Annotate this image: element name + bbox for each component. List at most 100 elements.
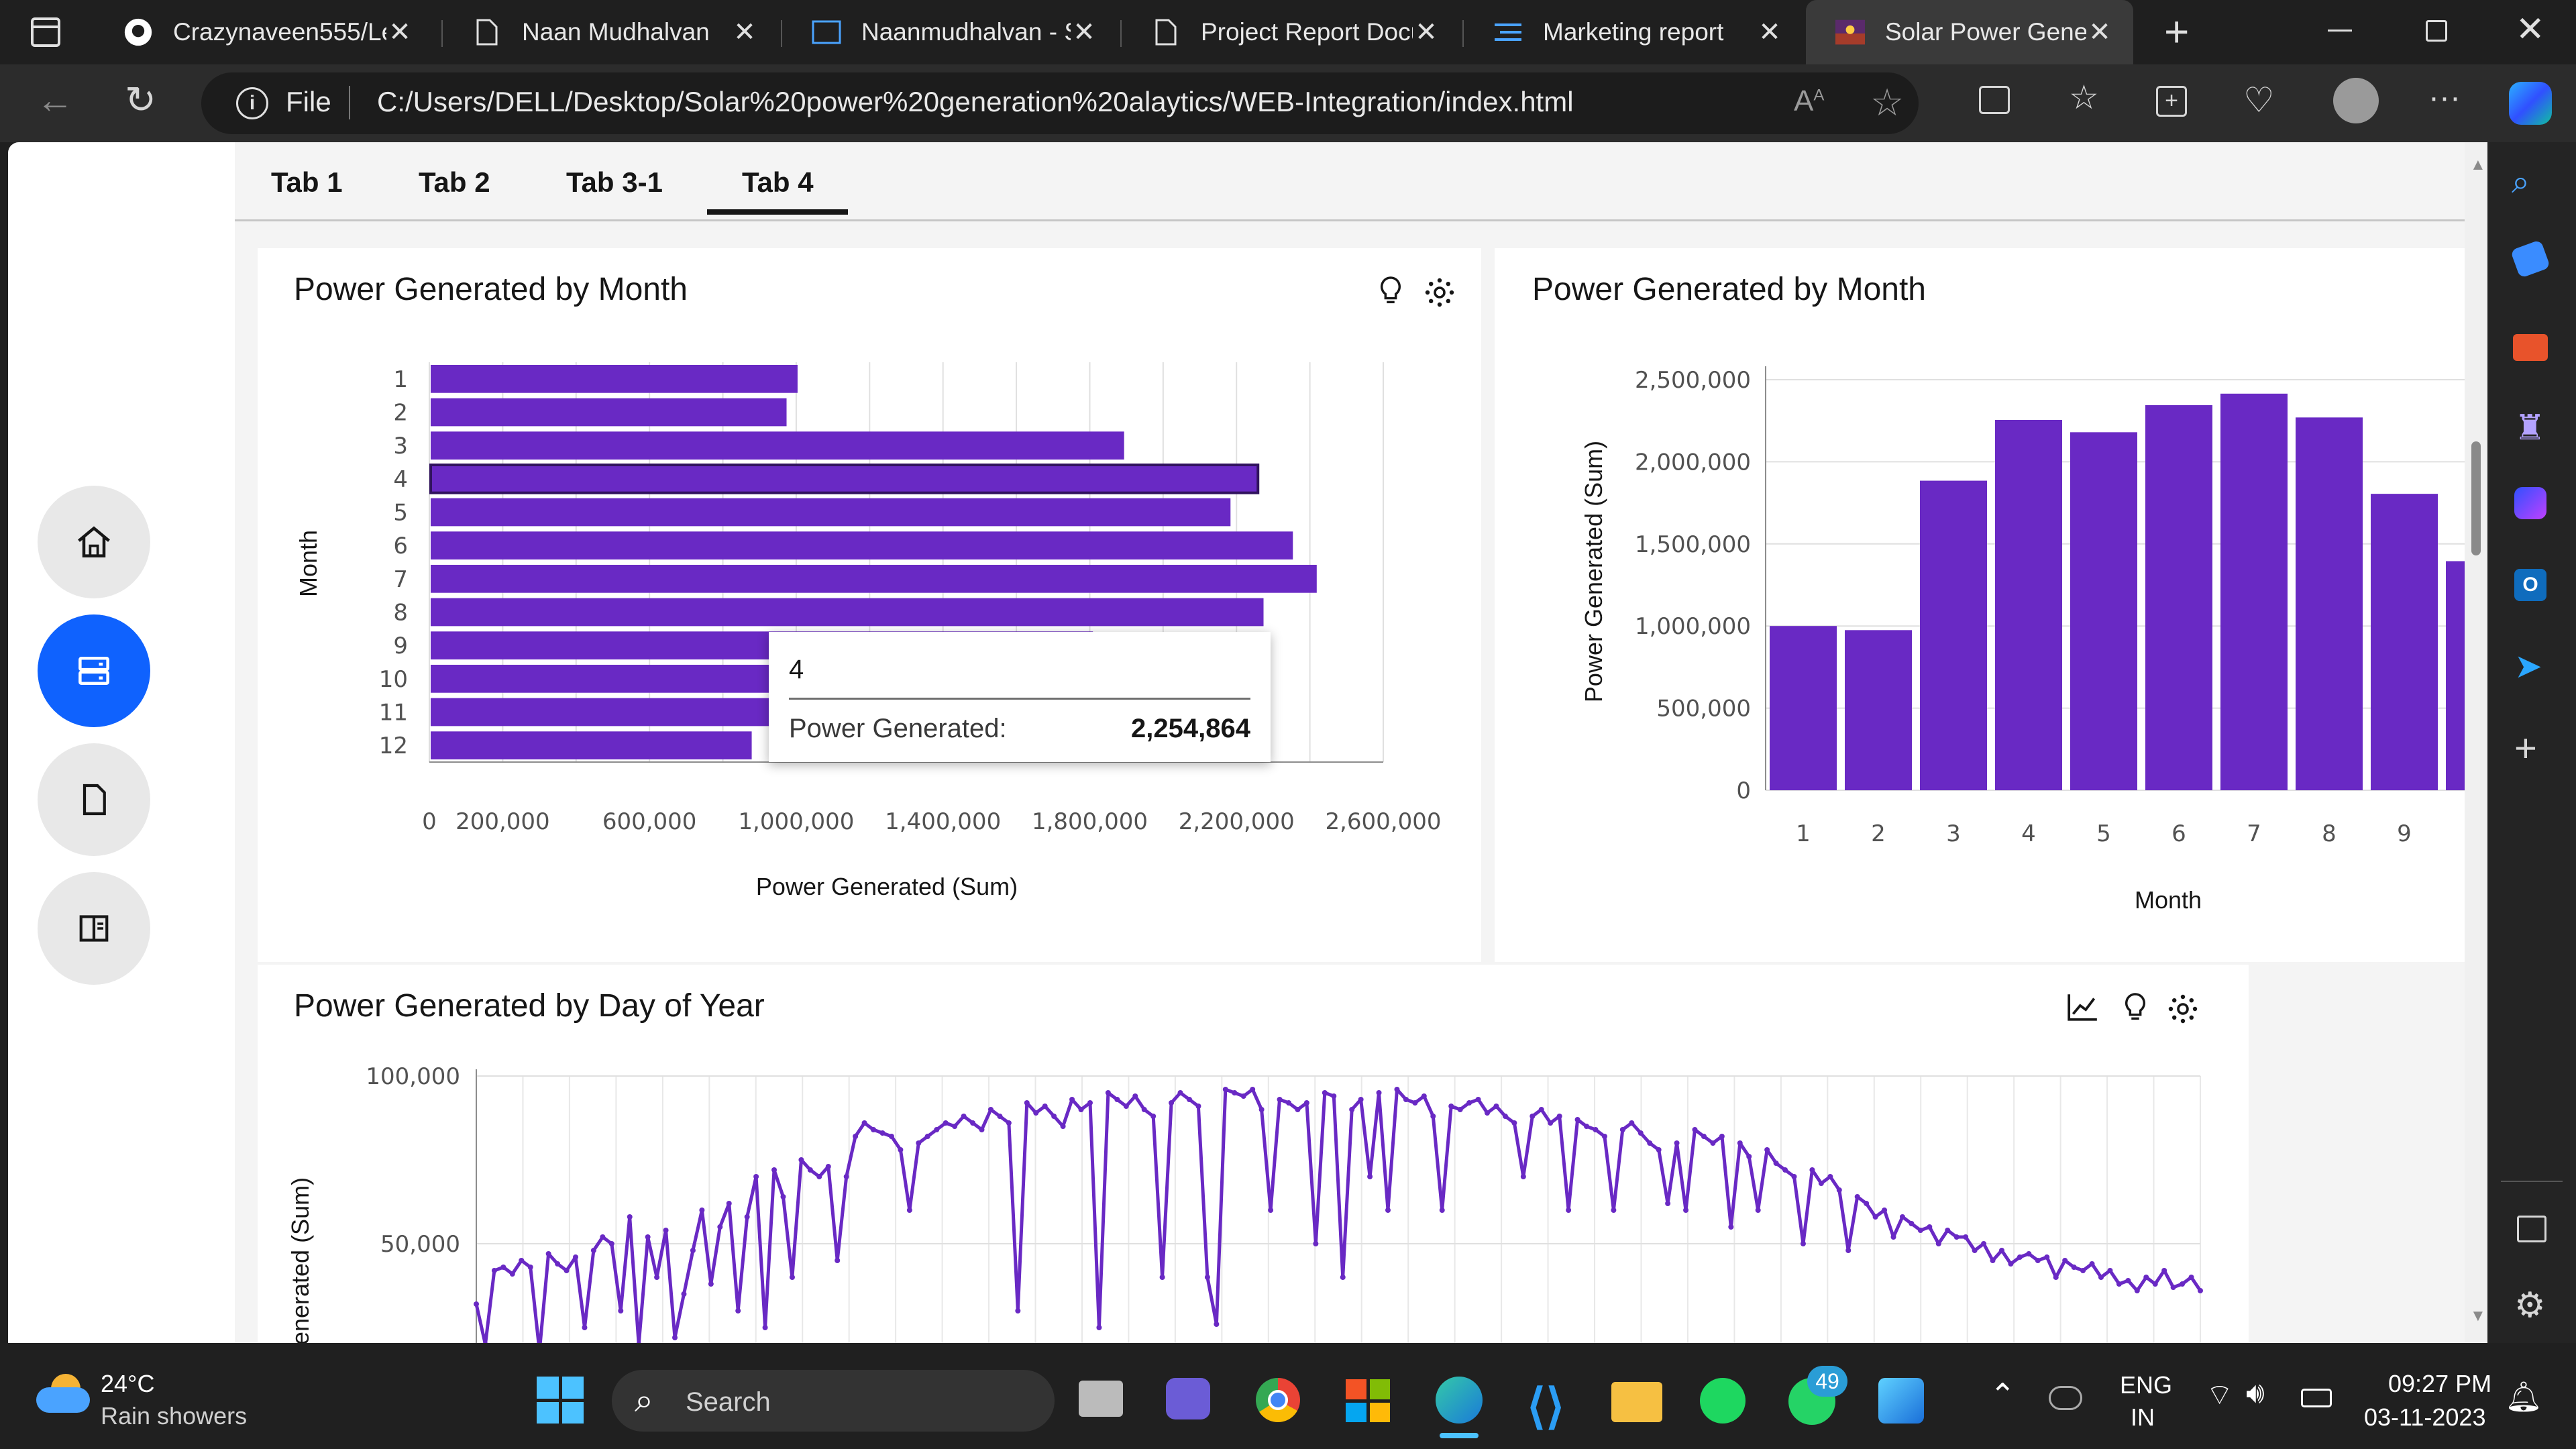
- volume-icon[interactable]: 🔊︎: [2246, 1377, 2265, 1410]
- bar: [2296, 417, 2363, 790]
- data-nav-button[interactable]: [38, 614, 150, 727]
- x-tick-label: 1,800,000: [1032, 808, 1148, 835]
- weather-description: Rain showers: [101, 1402, 248, 1430]
- data-point: [2008, 1261, 2014, 1267]
- y-tick-label: 11: [379, 700, 408, 727]
- copilot-icon[interactable]: [2509, 82, 2552, 125]
- telegram-icon[interactable]: ➤: [2514, 647, 2542, 686]
- data-point: [1105, 1090, 1111, 1095]
- tooltip-value: 2,254,864: [1131, 714, 1250, 743]
- tab-3-1[interactable]: Tab 3-1: [566, 166, 663, 199]
- data-point: [1990, 1258, 1996, 1263]
- more-options-icon[interactable]: ···: [2428, 79, 2461, 116]
- refresh-icon[interactable]: ↻: [125, 78, 156, 122]
- data-point: [1845, 1248, 1851, 1253]
- teams-icon[interactable]: [1166, 1378, 1210, 1419]
- close-window-button[interactable]: ✕: [2516, 9, 2545, 50]
- tools-icon[interactable]: [2513, 334, 2548, 361]
- browser-tab-solar-power[interactable]: Solar Power Genera ✕: [1806, 0, 2133, 64]
- close-icon[interactable]: ✕: [731, 17, 758, 48]
- close-icon[interactable]: ✕: [2086, 17, 2113, 48]
- clock-date[interactable]: 03-11-2023: [2364, 1403, 2485, 1432]
- microsoft365-icon[interactable]: [2514, 487, 2546, 519]
- microsoft-store-icon[interactable]: [1346, 1379, 1390, 1422]
- file-explorer-icon[interactable]: [1611, 1382, 1662, 1422]
- browser-essentials-icon[interactable]: ♡: [2243, 80, 2275, 121]
- add-icon[interactable]: +: [2514, 726, 2537, 771]
- data-point: [970, 1120, 976, 1126]
- scrollbar-thumb[interactable]: [2471, 441, 2481, 555]
- data-point: [2161, 1268, 2167, 1273]
- vscode-icon[interactable]: ⟨⟩: [1527, 1378, 1564, 1434]
- browser-tab-naan[interactable]: Naan Mudhalvan ✕: [443, 0, 778, 64]
- info-icon[interactable]: i: [236, 87, 268, 119]
- sidebar-panel-icon[interactable]: [2517, 1216, 2546, 1242]
- edge-browser-icon[interactable]: [1436, 1377, 1483, 1424]
- settings-icon[interactable]: ⚙: [2514, 1285, 2546, 1326]
- url-text[interactable]: C:/Users/DELL/Desktop/Solar%20power%20ge…: [377, 86, 1574, 118]
- shopping-icon[interactable]: [2510, 239, 2551, 278]
- close-icon[interactable]: ✕: [1071, 17, 1097, 48]
- close-icon[interactable]: ✕: [386, 17, 413, 48]
- split-screen-icon[interactable]: [1979, 86, 2010, 114]
- data-point: [1240, 1093, 1246, 1099]
- browser-tab-github[interactable]: Crazynaveen555/Le ✕: [94, 0, 433, 64]
- region-code[interactable]: IN: [2131, 1403, 2155, 1432]
- data-point: [906, 1208, 912, 1213]
- page-scrollbar[interactable]: ▲ ▼: [2465, 142, 2487, 1343]
- data-point: [564, 1268, 570, 1273]
- favorites-icon[interactable]: ☆: [2069, 78, 2099, 117]
- tab-1[interactable]: Tab 1: [271, 166, 343, 199]
- network-off-icon[interactable]: [2049, 1386, 2082, 1410]
- data-point: [961, 1114, 967, 1119]
- outlook-icon[interactable]: O: [2514, 569, 2546, 601]
- data-point: [2180, 1281, 2186, 1287]
- search-icon[interactable]: ⌕: [2512, 164, 2530, 201]
- language-code[interactable]: ENG: [2120, 1371, 2172, 1399]
- panel-nav-button[interactable]: [38, 872, 150, 985]
- data-point: [1033, 1110, 1039, 1116]
- close-icon[interactable]: ✕: [1756, 17, 1783, 48]
- minimize-button[interactable]: [2328, 30, 2352, 32]
- new-tab-button[interactable]: +: [2164, 7, 2189, 56]
- back-icon[interactable]: ←: [36, 78, 74, 121]
- browser-tab-naanmudhalvan[interactable]: Naanmudhalvan - S ✕: [782, 0, 1118, 64]
- document-nav-button[interactable]: [38, 743, 150, 856]
- browser-tab-marketing[interactable]: Marketing report ✕: [1464, 0, 1803, 64]
- clock-time[interactable]: 09:27 PM: [2388, 1370, 2491, 1398]
- show-hidden-icons[interactable]: ⌃: [1990, 1377, 2016, 1413]
- data-point: [1818, 1181, 1824, 1186]
- home-nav-button[interactable]: [38, 486, 150, 598]
- data-point: [2198, 1288, 2203, 1293]
- profile-avatar[interactable]: [2333, 78, 2379, 123]
- task-view-icon[interactable]: [1079, 1381, 1123, 1417]
- browser-tab-project-report[interactable]: Project Report Docu ✕: [1122, 0, 1460, 64]
- games-icon[interactable]: ♜: [2514, 408, 2546, 448]
- data-point: [943, 1120, 949, 1126]
- x-tick-label: 5: [2096, 820, 2111, 847]
- wifi-icon[interactable]: ⌔: [2206, 1377, 2233, 1413]
- y-tick-label: 4: [393, 466, 408, 493]
- start-button[interactable]: [537, 1377, 584, 1424]
- tab-actions-icon[interactable]: [31, 17, 60, 47]
- notifications-icon[interactable]: 🔔︎: [2505, 1379, 2542, 1414]
- close-icon[interactable]: ✕: [1413, 17, 1440, 48]
- data-point: [1340, 1275, 1346, 1280]
- data-point: [1250, 1087, 1256, 1092]
- restore-button[interactable]: [2426, 20, 2447, 42]
- collections-icon[interactable]: +: [2156, 86, 2187, 117]
- tab-4[interactable]: Tab 4: [742, 166, 814, 199]
- chrome-icon[interactable]: [1256, 1378, 1300, 1422]
- data-point: [1719, 1134, 1725, 1139]
- tab-2[interactable]: Tab 2: [419, 166, 490, 199]
- photos-icon[interactable]: [1878, 1378, 1924, 1424]
- spotify-icon[interactable]: [1700, 1378, 1746, 1424]
- taskbar-search-box[interactable]: ⌕ Search: [612, 1370, 1055, 1432]
- battery-icon[interactable]: [2301, 1389, 2332, 1407]
- favorite-star-icon[interactable]: ☆: [1870, 80, 1904, 125]
- read-aloud-icon[interactable]: AA: [1794, 85, 1824, 118]
- weather-icon[interactable]: [36, 1374, 90, 1414]
- data-point: [1674, 1140, 1680, 1146]
- bar: [431, 398, 787, 427]
- data-point: [1972, 1248, 1978, 1253]
